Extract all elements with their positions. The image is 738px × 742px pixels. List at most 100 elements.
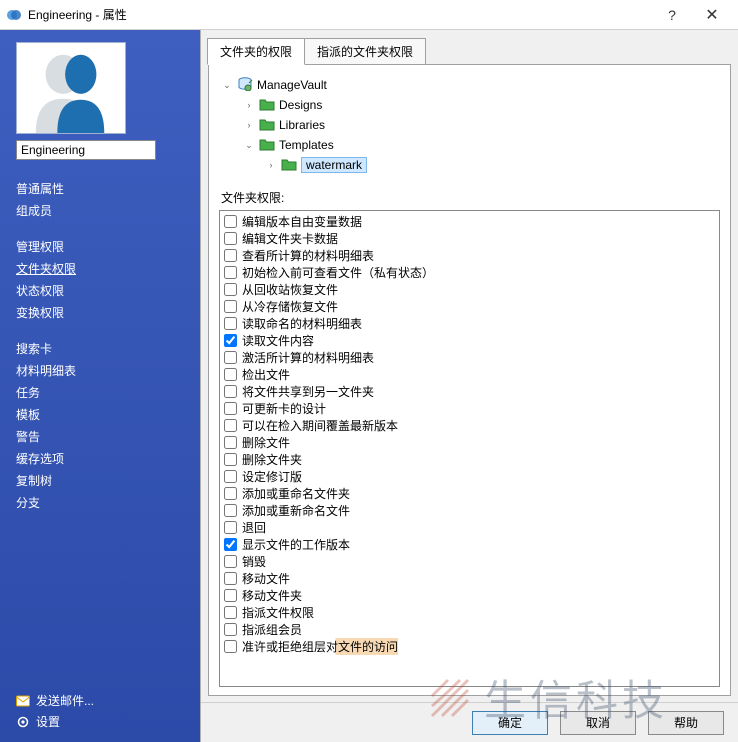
permission-item[interactable]: 编辑文件夹卡数据 — [224, 230, 715, 247]
tree-row[interactable]: ⌄Templates — [221, 135, 720, 155]
nav-item[interactable]: 材料明细表 — [16, 360, 184, 382]
help-button[interactable]: ? — [652, 1, 692, 29]
settings-label: 设置 — [36, 713, 60, 730]
cancel-button[interactable]: 取消 — [560, 711, 636, 735]
nav-item[interactable]: 搜索卡 — [16, 338, 184, 360]
nav-item[interactable]: 缓存选项 — [16, 448, 184, 470]
chevron-right-icon[interactable]: › — [265, 159, 277, 171]
permission-label: 设定修订版 — [242, 468, 302, 485]
send-mail-link[interactable]: 发送邮件... — [16, 690, 184, 711]
permission-item[interactable]: 读取命名的材料明细表 — [224, 315, 715, 332]
permission-item[interactable]: 添加或重新命名文件 — [224, 502, 715, 519]
nav-item[interactable]: 普通属性 — [16, 178, 184, 200]
permission-item[interactable]: 退回 — [224, 519, 715, 536]
tree-label: watermark — [301, 157, 367, 173]
permission-item[interactable]: 从回收站恢复文件 — [224, 281, 715, 298]
chevron-right-icon[interactable]: › — [243, 99, 255, 111]
permission-label: 指派文件权限 — [242, 604, 314, 621]
close-button[interactable]: ✕ — [692, 1, 732, 29]
tree-row[interactable]: ⌄ ManageVault — [221, 75, 720, 95]
group-name-input[interactable] — [16, 140, 156, 160]
nav-item[interactable]: 状态权限 — [16, 280, 184, 302]
permission-item[interactable]: 将文件共享到另一文件夹 — [224, 383, 715, 400]
permission-checkbox[interactable] — [224, 215, 237, 228]
tree-row[interactable]: › watermark — [221, 155, 720, 175]
permission-checkbox[interactable] — [224, 640, 237, 653]
nav-item[interactable]: 变换权限 — [16, 302, 184, 324]
permission-item[interactable]: 初始检入前可查看文件（私有状态） — [224, 264, 715, 281]
permission-item[interactable]: 激活所计算的材料明细表 — [224, 349, 715, 366]
chevron-down-icon[interactable]: ⌄ — [221, 79, 233, 91]
permission-checkbox[interactable] — [224, 351, 237, 364]
permission-item[interactable]: 指派组会员 — [224, 621, 715, 638]
permission-item[interactable]: 添加或重命名文件夹 — [224, 485, 715, 502]
permission-item[interactable]: 检出文件 — [224, 366, 715, 383]
nav-item[interactable]: 文件夹权限 — [16, 258, 184, 280]
permission-checkbox[interactable] — [224, 317, 237, 330]
folder-icon — [259, 137, 275, 154]
permission-checkbox[interactable] — [224, 419, 237, 432]
main-panel: 文件夹的权限指派的文件夹权限 ⌄ ManageVault ›Designs›Libr… — [200, 30, 738, 742]
tab[interactable]: 指派的文件夹权限 — [304, 38, 426, 65]
tree-label: ManageVault — [257, 78, 327, 92]
permission-label: 移动文件夹 — [242, 587, 302, 604]
permission-checkbox[interactable] — [224, 368, 237, 381]
permission-item[interactable]: 移动文件 — [224, 570, 715, 587]
permission-label: 准许或拒绝组层对文件的访问 — [242, 638, 398, 655]
folder-tree[interactable]: ⌄ ManageVault ›Designs›Libraries⌄Templates… — [219, 73, 720, 185]
permission-checkbox[interactable] — [224, 402, 237, 415]
permission-item[interactable]: 指派文件权限 — [224, 604, 715, 621]
permission-checkbox[interactable] — [224, 232, 237, 245]
permission-item[interactable]: 显示文件的工作版本 — [224, 536, 715, 553]
permission-checkbox[interactable] — [224, 555, 237, 568]
permission-checkbox[interactable] — [224, 470, 237, 483]
permission-checkbox[interactable] — [224, 334, 237, 347]
nav-item[interactable]: 模板 — [16, 404, 184, 426]
permission-checkbox[interactable] — [224, 589, 237, 602]
permission-label: 将文件共享到另一文件夹 — [242, 383, 374, 400]
permission-item[interactable]: 销毁 — [224, 553, 715, 570]
permission-checkbox[interactable] — [224, 300, 237, 313]
permission-checkbox[interactable] — [224, 623, 237, 636]
ok-button[interactable]: 确定 — [472, 711, 548, 735]
permission-item[interactable]: 删除文件 — [224, 434, 715, 451]
permission-item[interactable]: 从冷存储恢复文件 — [224, 298, 715, 315]
nav-item[interactable]: 组成员 — [16, 200, 184, 222]
tree-row[interactable]: ›Libraries — [221, 115, 720, 135]
chevron-right-icon[interactable]: › — [243, 119, 255, 131]
permission-checkbox[interactable] — [224, 521, 237, 534]
permission-checkbox[interactable] — [224, 572, 237, 585]
permission-label: 添加或重命名文件夹 — [242, 485, 350, 502]
permission-item[interactable]: 删除文件夹 — [224, 451, 715, 468]
permission-item[interactable]: 可以在检入期间覆盖最新版本 — [224, 417, 715, 434]
permission-item[interactable]: 编辑版本自由变量数据 — [224, 213, 715, 230]
permissions-list[interactable]: 编辑版本自由变量数据编辑文件夹卡数据查看所计算的材料明细表初始检入前可查看文件（… — [219, 210, 720, 687]
permission-checkbox[interactable] — [224, 266, 237, 279]
permission-checkbox[interactable] — [224, 538, 237, 551]
permission-item[interactable]: 移动文件夹 — [224, 587, 715, 604]
permission-checkbox[interactable] — [224, 436, 237, 449]
permission-checkbox[interactable] — [224, 249, 237, 262]
permission-item[interactable]: 准许或拒绝组层对文件的访问 — [224, 638, 715, 655]
permission-checkbox[interactable] — [224, 453, 237, 466]
nav-item[interactable]: 分支 — [16, 492, 184, 514]
permission-item[interactable]: 读取文件内容 — [224, 332, 715, 349]
tab[interactable]: 文件夹的权限 — [207, 38, 305, 65]
permission-label: 查看所计算的材料明细表 — [242, 247, 374, 264]
permission-checkbox[interactable] — [224, 385, 237, 398]
chevron-down-icon[interactable]: ⌄ — [243, 139, 255, 151]
permission-checkbox[interactable] — [224, 283, 237, 296]
permission-checkbox[interactable] — [224, 487, 237, 500]
permission-checkbox[interactable] — [224, 606, 237, 619]
tree-row[interactable]: ›Designs — [221, 95, 720, 115]
nav-item[interactable]: 复制树 — [16, 470, 184, 492]
permission-checkbox[interactable] — [224, 504, 237, 517]
nav-item[interactable]: 管理权限 — [16, 236, 184, 258]
permission-item[interactable]: 设定修订版 — [224, 468, 715, 485]
nav-item[interactable]: 任务 — [16, 382, 184, 404]
settings-link[interactable]: 设置 — [16, 711, 184, 732]
nav-item[interactable]: 警告 — [16, 426, 184, 448]
permission-item[interactable]: 查看所计算的材料明细表 — [224, 247, 715, 264]
permission-item[interactable]: 可更新卡的设计 — [224, 400, 715, 417]
help-button-bottom[interactable]: 帮助 — [648, 711, 724, 735]
